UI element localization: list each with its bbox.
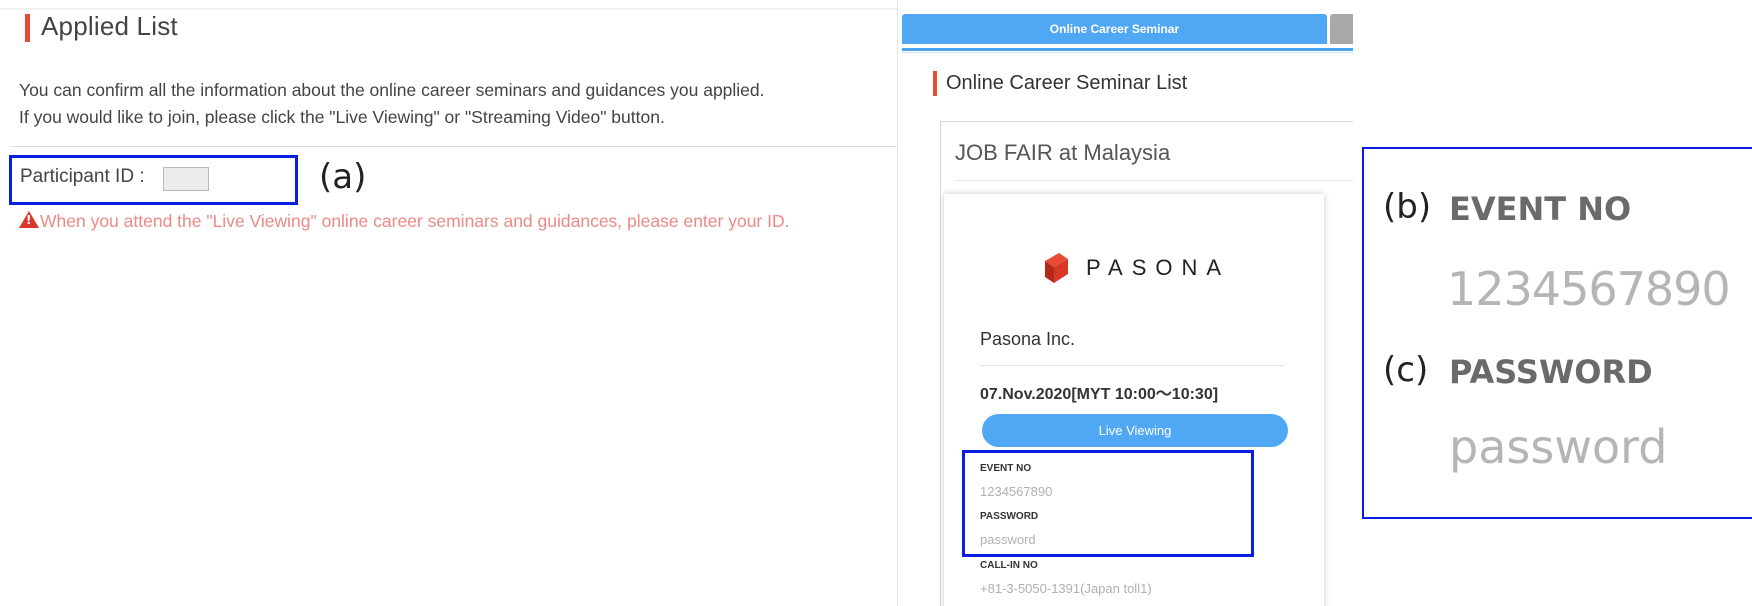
zoomed-event-no-label: EVENT NO [1449,190,1632,228]
intro-text-line-2: If you would like to join, please click … [19,107,665,127]
event-credentials-highlight-box [962,450,1254,557]
live-viewing-button[interactable]: Live Viewing [982,414,1288,447]
zoomed-password-value: password [1449,420,1668,474]
participant-id-label: Participant ID : [20,166,145,187]
company-divider [980,365,1285,366]
tab-online-career-seminar[interactable]: Online Career Seminar [902,14,1327,44]
tab-inactive[interactable] [1330,14,1353,44]
pasona-logo-icon [1045,253,1068,283]
seminar-screenshot-panel: Online Career Seminar Online Career Semi… [897,0,1353,606]
tab-underline-shadow [902,52,1353,53]
annotation-label-c: (c) [1383,350,1429,390]
call-in-no-label: CALL-IN NO [980,560,1038,571]
company-name: Pasona Inc. [980,329,1076,349]
pasona-logo-text: PASONA [1086,255,1231,280]
warning-triangle-icon [19,211,39,228]
warning-message: When you attend the "Live Viewing" onlin… [19,210,789,232]
zoomed-event-no-value: 1234567890 [1447,262,1731,316]
heading-accent-bar [933,71,937,96]
heading-accent-bar [25,14,30,42]
seminar-date-time: 07.Nov.2020[MYT 10:00〜10:30] [980,386,1219,403]
call-in-no-value: +81-3-5050-1391(Japan toll1) [980,581,1152,596]
intro-text-line-1: You can confirm all the information abou… [19,80,765,100]
top-divider [0,8,897,10]
seminar-list-title: Online Career Seminar List [946,72,1188,94]
warning-text: When you attend the "Live Viewing" onlin… [40,211,790,231]
annotation-label-b: (b) [1383,187,1432,227]
job-fair-divider [955,180,1353,181]
zoomed-password-label: PASSWORD [1449,353,1653,391]
annotation-label-a: (a) [319,157,367,197]
page-title: Applied List [41,11,178,41]
section-divider [10,146,897,147]
tab-underline [902,48,1353,51]
job-fair-title: JOB FAIR at Malaysia [955,140,1171,165]
participant-id-input[interactable] [163,167,209,191]
